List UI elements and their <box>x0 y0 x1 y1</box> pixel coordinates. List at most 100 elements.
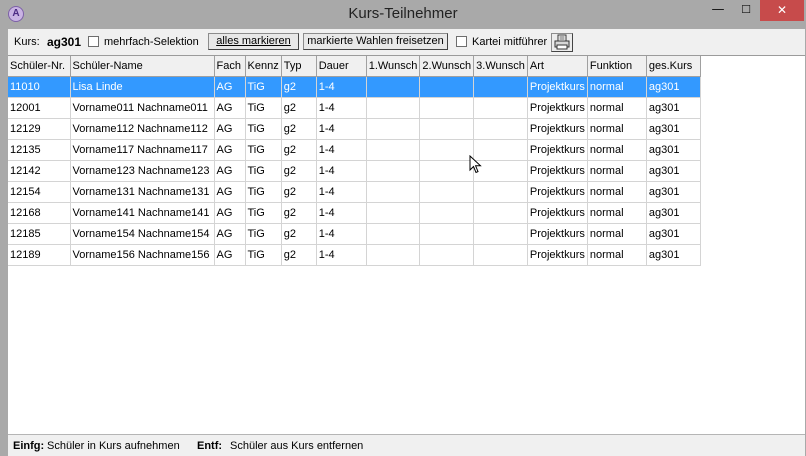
table-cell: ag301 <box>646 202 701 224</box>
table-cell: g2 <box>281 160 317 182</box>
maximize-button[interactable]: ☐ <box>733 0 759 21</box>
table-cell: Projektkurs <box>527 97 588 119</box>
column-header[interactable]: 1.Wunsch <box>366 56 421 77</box>
table-row[interactable]: 12135 Vorname117 Nachname117 AG TiG g2 1-4 Pro… <box>8 139 701 161</box>
toolbar: Kurs: ag301 mehrfach-Selektion alles mar… <box>8 29 805 54</box>
table-cell: 1-4 <box>316 118 367 140</box>
table-row[interactable]: 12142 Vorname123 Nachname123 AG TiG g2 1-4 Pro… <box>8 160 701 182</box>
table-cell <box>419 202 475 224</box>
column-header[interactable]: Schüler-Nr. <box>8 56 71 77</box>
status-text-insert: Schüler in Kurs aufnehmen <box>47 440 180 452</box>
table-cell <box>419 160 475 182</box>
table-cell: Projektkurs <box>527 118 588 140</box>
column-header[interactable]: Fach <box>214 56 246 77</box>
table-cell: Projektkurs <box>527 139 588 161</box>
table-row[interactable]: 11010 Lisa Linde AG TiG g2 1-4 Projektkurs norm… <box>8 76 701 98</box>
table-cell: AG <box>214 160 246 182</box>
client-area: Kurs: ag301 mehrfach-Selektion alles mar… <box>8 29 805 456</box>
table-cell: 1-4 <box>316 76 367 98</box>
status-key-insert: Einfg: <box>13 440 45 452</box>
table-cell: ag301 <box>646 97 701 119</box>
multi-selection-label[interactable]: mehrfach-Selektion <box>104 36 199 48</box>
table-cell: AG <box>214 202 246 224</box>
table-cell: TiG <box>245 244 282 266</box>
table-cell: Vorname141 Nachname141 <box>70 202 215 224</box>
table-cell: AG <box>214 118 246 140</box>
column-header[interactable]: Art <box>527 56 588 77</box>
table-cell <box>473 76 528 98</box>
participants-grid[interactable]: Schüler-Nr. Schüler-Name Fach Kennz Typ Dauer… <box>8 55 805 434</box>
table-row[interactable]: 12168 Vorname141 Nachname141 AG TiG g2 1-4 Pro… <box>8 202 701 224</box>
column-header[interactable]: ges.Kurs <box>646 56 701 77</box>
table-row[interactable]: 12189 Vorname156 Nachname156 AG TiG g2 1-4 Pro… <box>8 244 701 266</box>
column-header[interactable]: 3.Wunsch <box>473 56 528 77</box>
table-cell <box>366 97 421 119</box>
table-row[interactable]: 12185 Vorname154 Nachname154 AG TiG g2 1-4 Pro… <box>8 223 701 245</box>
table-cell <box>366 223 421 245</box>
table-cell: AG <box>214 97 246 119</box>
column-header[interactable]: Kennz <box>245 56 282 77</box>
table-cell <box>366 139 421 161</box>
kurs-label: Kurs: <box>14 36 40 48</box>
table-cell: 1-4 <box>316 160 367 182</box>
table-cell <box>366 118 421 140</box>
window-title: Kurs-Teilnehmer <box>348 5 458 22</box>
table-cell: Vorname011 Nachname011 <box>70 97 215 119</box>
table-cell: AG <box>214 244 246 266</box>
table-cell <box>366 202 421 224</box>
kartei-label[interactable]: Kartei mitführer <box>472 36 547 48</box>
table-cell: ag301 <box>646 244 701 266</box>
table-cell <box>419 244 475 266</box>
table-cell: 12154 <box>8 181 71 203</box>
column-header[interactable]: 2.Wunsch <box>419 56 475 77</box>
table-cell: TiG <box>245 202 282 224</box>
table-cell: 1-4 <box>316 181 367 203</box>
table-cell: 12142 <box>8 160 71 182</box>
table-cell: Vorname156 Nachname156 <box>70 244 215 266</box>
table-cell: Projektkurs <box>527 160 588 182</box>
mark-all-button[interactable]: alles markieren <box>208 33 299 50</box>
table-cell: Projektkurs <box>527 244 588 266</box>
column-header[interactable]: Dauer <box>316 56 367 77</box>
column-header[interactable]: Typ <box>281 56 317 77</box>
table-cell: g2 <box>281 97 317 119</box>
maximize-icon: ☐ <box>741 3 751 16</box>
table-cell <box>366 76 421 98</box>
table-cell: Vorname117 Nachname117 <box>70 139 215 161</box>
column-header[interactable]: Schüler-Name <box>70 56 215 77</box>
minimize-button[interactable]: — <box>705 0 731 21</box>
table-cell: Projektkurs <box>527 223 588 245</box>
table-cell: g2 <box>281 76 317 98</box>
close-button[interactable]: ✕ <box>760 0 804 21</box>
table-cell: normal <box>587 118 647 140</box>
table-cell <box>366 244 421 266</box>
status-bar: Einfg: Schüler in Kurs aufnehmen Entf: S… <box>8 434 805 456</box>
multi-selection-checkbox[interactable] <box>88 36 99 47</box>
table-cell <box>419 181 475 203</box>
table-row[interactable]: 12129 Vorname112 Nachname112 AG TiG g2 1-4 Pro… <box>8 118 701 140</box>
column-header[interactable]: Funktion <box>587 56 647 77</box>
table-cell: 1-4 <box>316 202 367 224</box>
table-cell: g2 <box>281 244 317 266</box>
table-cell: 12185 <box>8 223 71 245</box>
table-row[interactable]: 12001 Vorname011 Nachname011 AG TiG g2 1-4 Pro… <box>8 97 701 119</box>
table-cell: Vorname131 Nachname131 <box>70 181 215 203</box>
table-cell <box>473 202 528 224</box>
table-cell: AG <box>214 223 246 245</box>
table-row[interactable]: 12154 Vorname131 Nachname131 AG TiG g2 1-4 Pro… <box>8 181 701 203</box>
table-cell <box>473 244 528 266</box>
kartei-checkbox[interactable] <box>456 36 467 47</box>
mark-all-label: alles markieren <box>216 35 291 47</box>
table-cell <box>473 118 528 140</box>
release-marked-button[interactable]: markierte Wahlen freisetzen <box>303 33 448 50</box>
status-key-delete: Entf: <box>197 440 223 452</box>
print-button[interactable] <box>551 33 573 52</box>
table-cell <box>419 139 475 161</box>
table-cell: ag301 <box>646 76 701 98</box>
mouse-cursor-icon <box>469 155 482 174</box>
table-cell: ag301 <box>646 118 701 140</box>
close-icon: ✕ <box>776 3 788 17</box>
table-cell: 1-4 <box>316 244 367 266</box>
table-cell: normal <box>587 244 647 266</box>
table-cell: 11010 <box>8 76 71 98</box>
